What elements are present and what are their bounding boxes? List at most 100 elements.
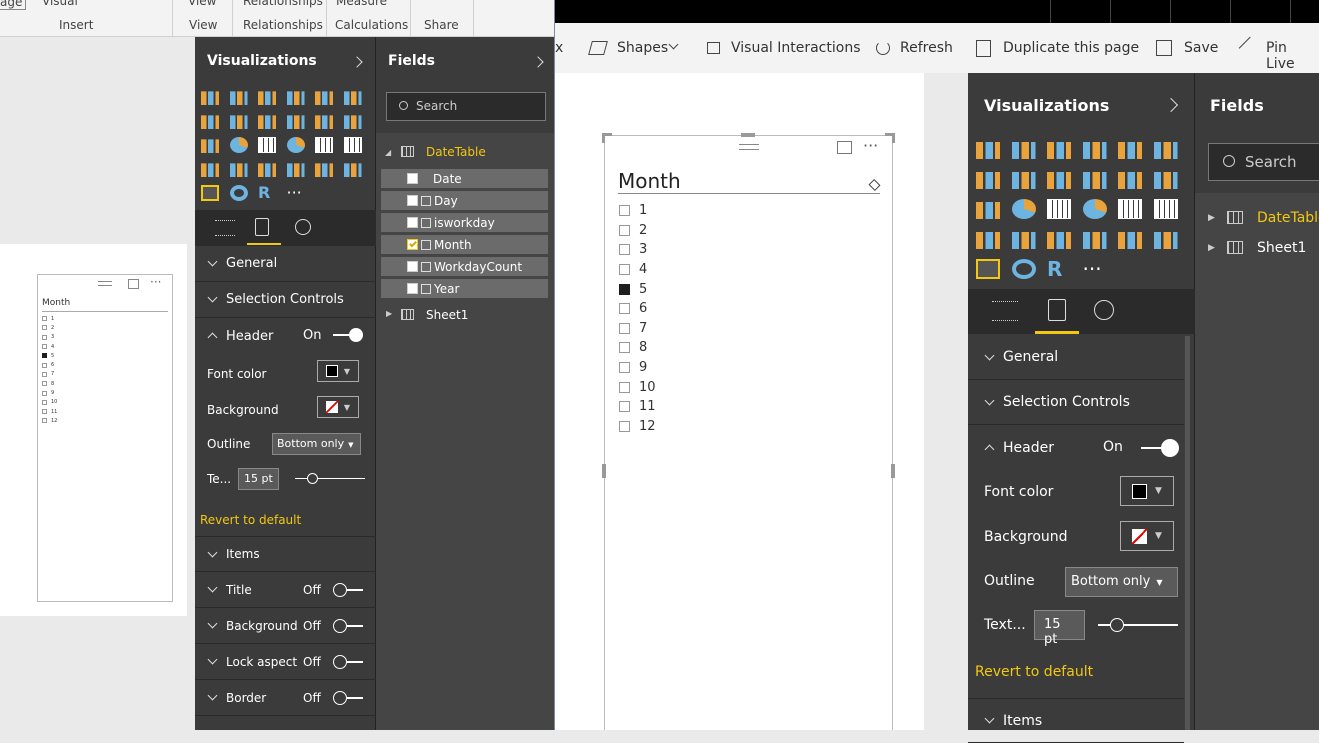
card-icon[interactable] xyxy=(315,163,333,177)
field-checkbox[interactable] xyxy=(407,261,418,272)
ribbon-visual-item[interactable]: Visual xyxy=(42,0,78,8)
table-name-sheet1[interactable]: Sheet1 xyxy=(426,308,468,322)
expand-arrow-icon[interactable]: ▶ xyxy=(1208,213,1215,223)
multirow-card-icon[interactable] xyxy=(1082,232,1107,249)
scatter-icon[interactable] xyxy=(201,139,219,153)
fields-tab-icon[interactable] xyxy=(992,301,1018,321)
titlebar-button[interactable] xyxy=(1290,0,1291,23)
shapes-button[interactable]: Shapes xyxy=(617,40,668,56)
slicer-item-checkbox[interactable] xyxy=(42,325,47,331)
slicer-item[interactable]: 3 xyxy=(619,240,656,260)
focus-mode-icon[interactable] xyxy=(837,141,852,154)
collapse-icon[interactable] xyxy=(351,56,363,68)
slicer-item-checkbox[interactable] xyxy=(619,362,630,374)
format-tab-icon[interactable] xyxy=(1048,299,1066,321)
slicer-item-checkbox[interactable] xyxy=(42,344,47,350)
stacked-area-icon[interactable] xyxy=(258,115,276,129)
slicer-item-checkbox[interactable] xyxy=(42,390,47,396)
r-visual-icon[interactable]: R xyxy=(1047,259,1071,279)
ribbon-chart-icon[interactable] xyxy=(1153,172,1178,189)
filled-map-icon[interactable] xyxy=(976,232,1000,249)
background-toggle[interactable] xyxy=(333,619,363,633)
100-bar-icon[interactable] xyxy=(315,91,333,105)
pie-chart-icon[interactable] xyxy=(229,137,248,153)
focus-mode-icon[interactable] xyxy=(128,279,139,289)
slicer-item-checkbox[interactable] xyxy=(42,381,47,387)
slicer-item[interactable]: 1 xyxy=(619,201,656,221)
resize-handle-right[interactable] xyxy=(891,464,895,478)
expand-arrow-icon[interactable]: ▶ xyxy=(1208,243,1215,253)
slicer-item-checkbox[interactable] xyxy=(619,322,630,334)
pin-live-button[interactable]: Pin Live xyxy=(1266,40,1319,72)
slicer-item[interactable]: 4 xyxy=(42,342,57,351)
section-selection-controls[interactable]: Selection Controls xyxy=(968,380,1184,425)
slicer-item[interactable]: 7 xyxy=(619,319,656,339)
slicer-item-checkbox[interactable] xyxy=(42,399,47,405)
area-chart-icon[interactable] xyxy=(229,115,248,129)
slicer-item[interactable]: 9 xyxy=(42,388,57,397)
field-checkbox[interactable] xyxy=(407,283,418,294)
100-bar-icon[interactable] xyxy=(1118,142,1142,159)
slicer-item[interactable]: 6 xyxy=(619,299,656,319)
slicer-icon[interactable] xyxy=(976,259,1000,279)
clustered-column-icon[interactable] xyxy=(286,91,305,105)
slicer-item-checkbox[interactable] xyxy=(619,224,630,236)
field-row[interactable]: Day xyxy=(381,191,548,210)
field-checkbox[interactable] xyxy=(407,195,418,206)
slicer-item-checkbox[interactable] xyxy=(619,264,630,276)
text-size-slider-knob[interactable] xyxy=(1110,618,1124,632)
resize-handle-top[interactable] xyxy=(741,133,755,137)
100-column-icon[interactable] xyxy=(343,91,362,105)
scatter-icon[interactable] xyxy=(976,202,1000,219)
funnel-icon[interactable] xyxy=(229,163,248,177)
line-clustered-icon[interactable] xyxy=(315,115,333,129)
clustered-column-icon[interactable] xyxy=(1082,142,1107,159)
slicer-item[interactable]: 4 xyxy=(619,260,656,280)
line-column-icon[interactable] xyxy=(286,115,305,129)
ribbon-view-item[interactable]: View xyxy=(188,0,216,8)
titlebar-button[interactable] xyxy=(1050,0,1051,23)
section-items[interactable]: Items xyxy=(195,536,376,572)
slicer-item-checkbox[interactable] xyxy=(619,303,630,315)
eraser-icon[interactable] xyxy=(868,178,881,192)
table-icon[interactable] xyxy=(315,137,333,153)
field-row[interactable]: isworkday xyxy=(381,213,548,232)
slicer-item[interactable]: 1 xyxy=(42,314,57,323)
text-size-slider[interactable] xyxy=(295,478,365,479)
stacked-bar-icon[interactable] xyxy=(201,91,219,105)
slicer-item[interactable]: 5 xyxy=(42,351,57,360)
analytics-tab-icon[interactable] xyxy=(295,219,311,235)
text-size-slider-knob[interactable] xyxy=(307,473,318,484)
gauge-icon[interactable] xyxy=(1047,232,1071,249)
r-visual-icon[interactable]: R xyxy=(258,185,276,201)
slicer-item[interactable]: 8 xyxy=(619,338,656,358)
slicer-item-checkbox[interactable] xyxy=(619,283,630,295)
slicer-item-checkbox[interactable] xyxy=(619,244,630,256)
analytics-tab-icon[interactable] xyxy=(1094,300,1114,320)
slicer-item-checkbox[interactable] xyxy=(42,334,47,340)
slicer-item-checkbox[interactable] xyxy=(42,362,47,368)
field-checkbox[interactable] xyxy=(407,173,418,184)
table-name-sheet1[interactable]: Sheet1 xyxy=(1257,240,1306,256)
expand-arrow-icon[interactable]: ◢ xyxy=(385,148,391,157)
treemap-icon[interactable] xyxy=(1047,199,1071,219)
slicer-item-checkbox[interactable] xyxy=(42,316,47,322)
slicer-item[interactable]: 12 xyxy=(42,416,57,425)
slicer-item-checkbox[interactable] xyxy=(619,420,630,432)
table-name-datetable[interactable]: DateTable xyxy=(1257,210,1319,226)
more-options-icon[interactable]: ··· xyxy=(863,136,878,155)
section-selection-controls[interactable]: Selection Controls xyxy=(195,282,376,318)
resize-handle-left[interactable] xyxy=(602,464,606,478)
slicer-item-checkbox[interactable] xyxy=(42,371,47,377)
stacked-area-icon[interactable] xyxy=(1047,172,1071,189)
background-color-picker[interactable]: ▼ xyxy=(317,396,359,418)
clustered-bar-icon[interactable] xyxy=(258,91,276,105)
title-toggle[interactable] xyxy=(333,583,363,597)
line-chart-icon[interactable] xyxy=(976,172,1000,189)
border-toggle[interactable] xyxy=(333,691,363,705)
duplicate-page-button[interactable]: Duplicate this page xyxy=(1003,40,1139,56)
slicer-item[interactable]: 8 xyxy=(42,379,57,388)
map-icon[interactable] xyxy=(286,137,305,153)
donut-icon[interactable] xyxy=(229,185,248,201)
ribbon-cut-item[interactable]: x xyxy=(555,40,563,56)
